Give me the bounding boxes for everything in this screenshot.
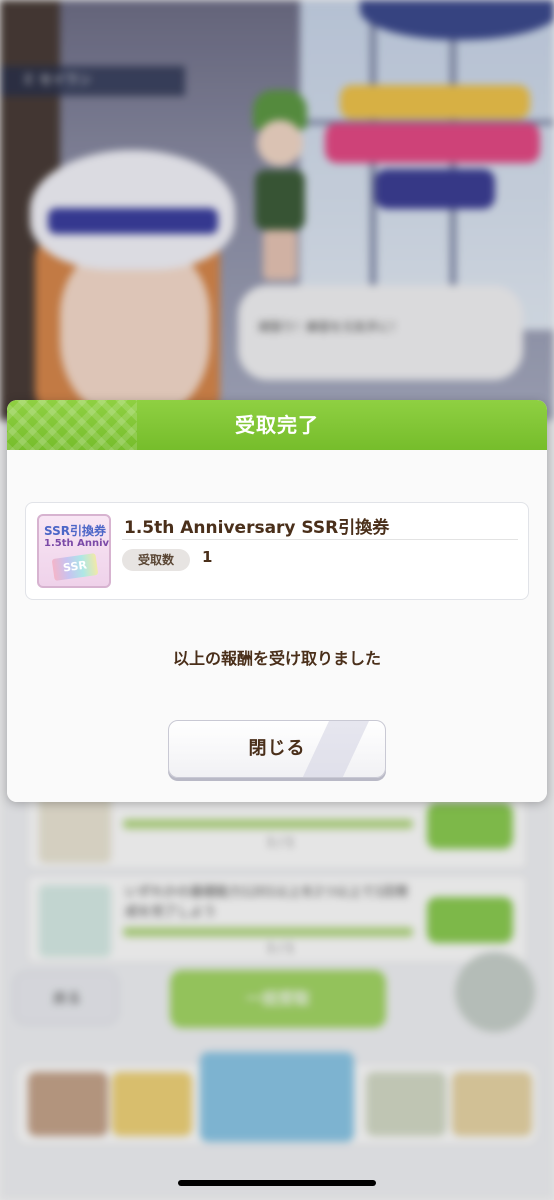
ssr-ticket-icon: SSR引換券 1.5th Anniv. SSR (37, 514, 111, 588)
icon-subtitle: 1.5th Anniv. (44, 538, 111, 549)
item-name: 1.5th Anniversary SSR引換券 (124, 518, 390, 538)
dialog-header: 受取完了 (7, 400, 547, 450)
close-button-label: 閉じる (248, 738, 306, 759)
reward-item-card: SSR引換券 1.5th Anniv. SSR 1.5th Anniversar… (25, 502, 529, 600)
home-indicator (178, 1180, 376, 1186)
dialog-title: 受取完了 (235, 413, 319, 437)
reward-received-dialog: 受取完了 SSR引換券 1.5th Anniv. SSR 1.5th Anniv… (7, 400, 547, 802)
ticket-graphic: SSR (51, 553, 99, 581)
close-button[interactable]: 閉じる (168, 720, 386, 778)
dialog-body: SSR引換券 1.5th Anniv. SSR 1.5th Anniversar… (7, 450, 547, 802)
received-message: 以上の報酬を受け取りました (172, 649, 381, 668)
quantity-label: 受取数 (122, 549, 190, 571)
quantity-value: 1 (202, 548, 213, 566)
icon-title: SSR引換券 (44, 524, 106, 538)
item-divider (122, 539, 518, 540)
